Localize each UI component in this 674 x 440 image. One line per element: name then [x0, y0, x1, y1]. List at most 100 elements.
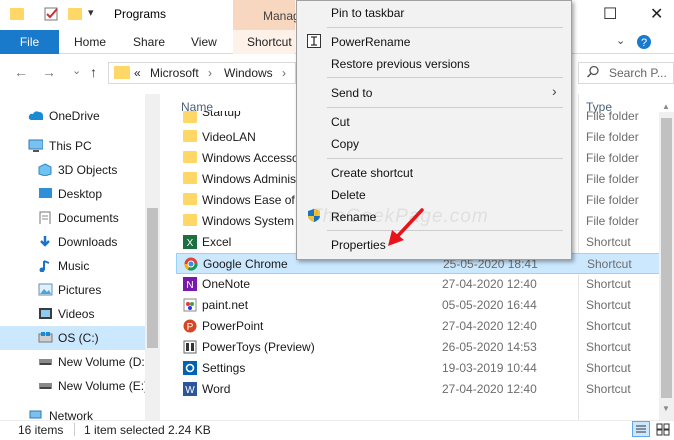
breadcrumb-overflow[interactable]: « — [134, 66, 141, 80]
back-button[interactable]: ← — [14, 64, 28, 80]
sidebar-item-desktop[interactable]: Desktop — [0, 182, 145, 206]
details-view-button[interactable] — [632, 421, 650, 437]
menu-item-delete[interactable]: Delete — [331, 188, 366, 202]
sidebar-item-label: Documents — [58, 211, 119, 225]
file-name: VideoLAN — [202, 130, 256, 144]
sidebar-item-label: Downloads — [58, 235, 118, 249]
status-divider — [74, 423, 75, 436]
folder-icon — [183, 214, 197, 226]
file-type: Shortcut — [586, 340, 631, 354]
sidebar-item-label: 3D Objects — [58, 163, 118, 177]
folder-icon — [183, 193, 197, 205]
music-icon — [39, 260, 50, 272]
menu-item-cut[interactable]: Cut — [331, 115, 350, 129]
submenu-arrow-icon: › — [552, 83, 557, 99]
sidebar-item-os-c[interactable]: OS (C:) — [0, 326, 145, 350]
sidebar-item-volume-d[interactable]: New Volume (D:) — [0, 350, 149, 374]
tab-home[interactable]: Home — [74, 30, 106, 54]
breadcrumb-separator[interactable]: › — [282, 66, 286, 80]
file-type: File folder — [586, 214, 639, 228]
file-name: Startup — [202, 111, 241, 119]
tab-view[interactable]: View — [191, 30, 217, 54]
table-row[interactable]: PowerToys (Preview) 26-05-2020 14:53 Sho… — [176, 337, 660, 358]
scroll-up-icon[interactable]: ▲ — [662, 102, 670, 111]
breadcrumb-windows[interactable]: Windows — [224, 66, 273, 80]
sidebar-item-label: New Volume (E:) — [58, 379, 149, 393]
nav-scrollbar-thumb[interactable] — [147, 208, 158, 348]
forward-button[interactable]: → — [42, 64, 56, 80]
menu-item-powerrename[interactable]: PowerRename — [331, 35, 410, 49]
sidebar-item-volume-e[interactable]: New Volume (E:) — [0, 374, 149, 398]
file-date: 26-05-2020 14:53 — [442, 340, 537, 354]
details-view-icon — [636, 425, 646, 433]
sidebar-item-documents[interactable]: Documents — [0, 206, 145, 230]
svg-text:?: ? — [641, 37, 647, 49]
folder-icon — [183, 151, 197, 163]
close-button[interactable]: ✕ — [650, 4, 663, 24]
sidebar-item-3d-objects[interactable]: 3D Objects — [0, 158, 145, 182]
table-row[interactable]: W Word 27-04-2020 12:40 Shortcut — [176, 379, 660, 400]
table-row[interactable]: N OneNote 27-04-2020 12:40 Shortcut — [176, 274, 660, 295]
table-row[interactable]: Settings 19-03-2019 10:44 Shortcut — [176, 358, 660, 379]
menu-item-copy[interactable]: Copy — [331, 137, 359, 151]
scroll-down-icon[interactable]: ▼ — [662, 404, 670, 413]
red-arrow-annotation-icon — [388, 208, 424, 246]
large-icons-view-button[interactable] — [654, 421, 672, 437]
file-type: File folder — [586, 111, 639, 123]
menu-separator — [327, 27, 563, 28]
menu-separator — [327, 77, 563, 78]
file-type: File folder — [586, 151, 639, 165]
up-button[interactable]: ↑ — [90, 64, 97, 80]
onenote-icon: N — [183, 277, 197, 291]
manage-contextual-tab[interactable]: Manage — [233, 0, 306, 30]
help-icon[interactable]: ? — [636, 34, 652, 53]
sidebar-item-this-pc[interactable]: This PC — [0, 134, 145, 158]
new-folder-icon[interactable] — [68, 8, 82, 20]
tab-file[interactable]: File — [0, 30, 59, 54]
sidebar-item-label: This PC — [49, 139, 92, 153]
table-row[interactable]: P PowerPoint 27-04-2020 12:40 Shortcut — [176, 316, 660, 337]
table-row[interactable]: paint.net 05-05-2020 16:44 Shortcut — [176, 295, 660, 316]
sidebar-item-label: Pictures — [58, 283, 102, 297]
sidebar-item-network[interactable]: Network — [0, 404, 145, 420]
sidebar-item-downloads[interactable]: Downloads — [0, 230, 145, 254]
file-type: File folder — [586, 193, 639, 207]
recent-locations-icon[interactable]: ⌄ — [72, 64, 81, 77]
ribbon-collapse-icon[interactable]: ⌄ — [616, 34, 625, 47]
sidebar-item-label: Network — [49, 409, 94, 420]
powerpoint-icon: P — [183, 319, 197, 333]
file-name: Windows System — [202, 214, 295, 228]
file-name: Google Chrome — [203, 257, 288, 271]
menu-item-restore-versions[interactable]: Restore previous versions — [331, 57, 470, 71]
document-icon — [39, 211, 51, 224]
maximize-button[interactable]: ☐ — [603, 4, 617, 24]
svg-text:P: P — [187, 322, 194, 333]
tab-shortcut-tools[interactable]: Shortcut Tools — [233, 30, 295, 54]
quick-access-dropdown-icon[interactable]: ▾ — [88, 6, 94, 19]
word-icon: W — [183, 382, 197, 396]
menu-item-create-shortcut[interactable]: Create shortcut — [331, 166, 413, 180]
selection-status: 1 item selected — [84, 423, 165, 437]
file-type: Shortcut — [587, 257, 632, 271]
folder-icon — [10, 8, 24, 20]
menu-item-pin-taskbar[interactable]: Pin to taskbar — [331, 6, 404, 20]
sidebar-item-music[interactable]: Music — [0, 254, 145, 278]
sidebar-item-pictures[interactable]: Pictures — [0, 278, 145, 302]
folder-icon — [183, 111, 197, 123]
cloud-icon — [28, 111, 43, 120]
tab-share[interactable]: Share — [133, 30, 165, 54]
breadcrumb-separator[interactable]: › — [208, 66, 212, 80]
file-type: File folder — [586, 172, 639, 186]
sidebar-item-onedrive[interactable]: OneDrive — [0, 104, 145, 128]
properties-check-icon[interactable] — [44, 6, 60, 22]
breadcrumb-microsoft[interactable]: Microsoft — [150, 66, 199, 80]
drive-icon — [39, 359, 52, 365]
sidebar-item-videos[interactable]: Videos — [0, 302, 145, 326]
menu-separator — [327, 158, 563, 159]
menu-item-send-to[interactable]: Send to — [331, 86, 372, 100]
file-list-scrollbar-thumb[interactable] — [661, 118, 672, 398]
desktop-icon — [39, 188, 52, 198]
file-name: paint.net — [202, 298, 249, 312]
menu-item-properties[interactable]: Properties — [331, 238, 386, 252]
file-type: Shortcut — [586, 298, 631, 312]
